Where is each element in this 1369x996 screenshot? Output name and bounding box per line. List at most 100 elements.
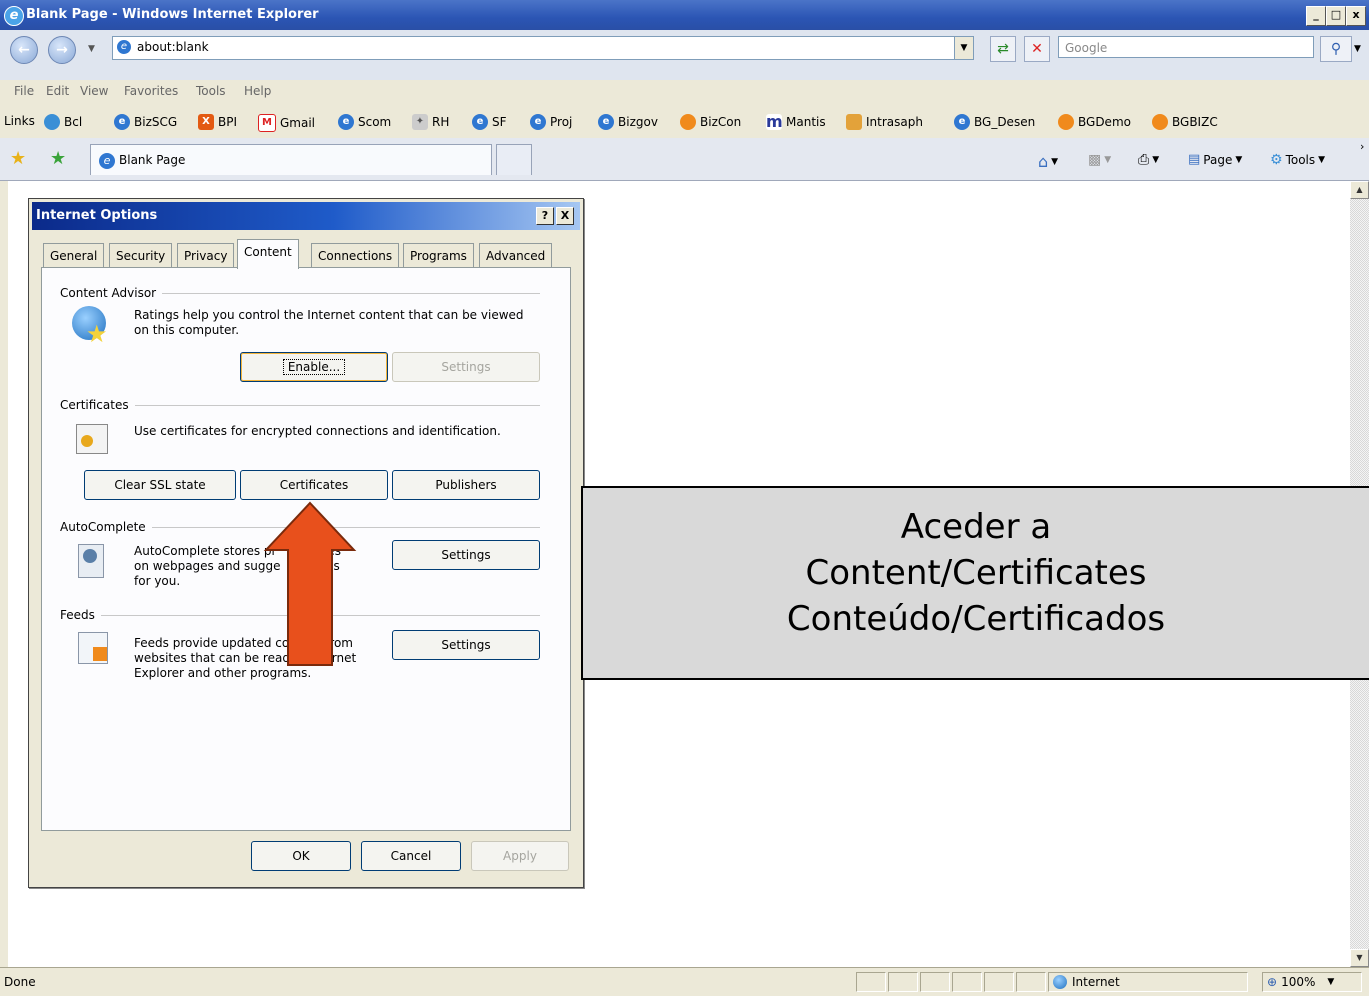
bgdemo-icon — [1058, 114, 1074, 130]
link-scom[interactable]: e Scom — [338, 114, 391, 130]
dialog-close-button[interactable]: X — [556, 207, 574, 225]
content-advisor-heading: Content Advisor — [60, 286, 157, 300]
certificates-button[interactable]: Certificates — [240, 470, 388, 500]
tab-content[interactable]: Content — [237, 239, 299, 269]
ie-page-icon: e — [954, 114, 970, 130]
ok-button[interactable]: OK — [251, 841, 351, 871]
print-icon[interactable]: ⎙ ▼ — [1138, 152, 1159, 168]
content-advisor-text: Ratings help you control the Internet co… — [134, 308, 524, 337]
address-input[interactable]: about:blank — [137, 40, 209, 54]
search-icon[interactable]: ⚲ — [1320, 36, 1352, 62]
scroll-up-icon[interactable]: ▲ — [1350, 181, 1369, 199]
content-advisor-section: Content Advisor — [60, 286, 540, 300]
link-mantis[interactable]: m Mantis — [766, 114, 826, 130]
instruction-callout: Aceder a Content/Certificates Conteúdo/C… — [581, 486, 1369, 680]
links-bar: Links Bcl e BizSCG X BPI M Gmail e Scom ✦ RH … — [0, 104, 1369, 139]
link-intrasaph[interactable]: Intrasaph — [846, 114, 923, 130]
minimize-button[interactable]: _ — [1306, 6, 1326, 26]
enable-button[interactable]: Enable... — [240, 352, 388, 382]
autocomplete-heading: AutoComplete — [60, 520, 146, 534]
link-bcl[interactable]: Bcl — [44, 114, 82, 130]
ie-logo-icon: e — [4, 6, 24, 26]
ie-page-icon: e — [114, 114, 130, 130]
link-sf[interactable]: e SF — [472, 114, 507, 130]
link-gmail[interactable]: M Gmail — [258, 114, 315, 132]
search-input[interactable]: Google — [1058, 36, 1314, 58]
status-segment — [952, 972, 982, 992]
address-bar[interactable]: e about:blank ▼ — [112, 36, 974, 60]
status-segment — [1016, 972, 1046, 992]
certificates-text: Use certificates for encrypted connectio… — [134, 424, 501, 438]
link-bg-desen[interactable]: e BG_Desen — [954, 114, 1035, 130]
apply-button[interactable]: Apply — [471, 841, 569, 871]
globe-icon — [44, 114, 60, 130]
home-icon[interactable]: ⌂ ▼ — [1038, 152, 1058, 171]
link-bizscg[interactable]: e BizSCG — [114, 114, 177, 130]
page-menu-button[interactable]: ▤ Page ▼ — [1188, 152, 1242, 167]
ie-page-icon: e — [530, 114, 546, 130]
menu-file[interactable]: File — [14, 84, 34, 98]
menu-help[interactable]: Help — [244, 84, 271, 98]
certificates-section: Certificates — [60, 398, 540, 412]
status-bar: Done Internet ⊕ 100% ▼ — [0, 967, 1369, 996]
ie-page-icon: e — [338, 114, 354, 130]
publishers-button[interactable]: Publishers — [392, 470, 540, 500]
rh-icon: ✦ — [412, 114, 428, 130]
feeds-settings-button[interactable]: Settings — [392, 630, 540, 660]
tab-security[interactable]: Security — [109, 243, 173, 267]
add-favorite-icon[interactable]: ★ — [50, 148, 66, 169]
clear-ssl-state-button[interactable]: Clear SSL state — [84, 470, 236, 500]
cancel-button[interactable]: Cancel — [361, 841, 461, 871]
status-text: Done — [4, 975, 36, 989]
feeds-heading: Feeds — [60, 608, 95, 622]
more-chevron-icon[interactable]: › — [1360, 140, 1364, 153]
mantis-icon: m — [766, 112, 783, 131]
zoom-control[interactable]: ⊕ 100% ▼ — [1262, 972, 1362, 992]
refresh-icon[interactable]: ⇄ — [990, 36, 1016, 62]
address-dropdown-icon[interactable]: ▼ — [954, 37, 973, 59]
bgbizc-icon — [1152, 114, 1168, 130]
link-bgbizc[interactable]: BGBIZC — [1152, 114, 1218, 130]
link-bgdemo[interactable]: BGDemo — [1058, 114, 1131, 130]
tab-connections[interactable]: Connections — [311, 243, 400, 267]
close-button[interactable]: x — [1346, 6, 1366, 26]
dialog-help-button[interactable]: ? — [536, 207, 554, 225]
maximize-button[interactable]: □ — [1326, 6, 1346, 26]
feeds-icon[interactable]: ▩ ▼ — [1088, 152, 1111, 168]
menu-edit[interactable]: Edit — [46, 84, 69, 98]
tab-blank-page[interactable]: e Blank Page — [90, 144, 492, 175]
search-options-icon[interactable]: ▼ — [1354, 44, 1361, 54]
menu-tools[interactable]: Tools — [196, 84, 226, 98]
stop-icon[interactable]: ✕ — [1024, 36, 1050, 62]
link-bizgov[interactable]: e Bizgov — [598, 114, 658, 130]
autocomplete-settings-button[interactable]: Settings — [392, 540, 540, 570]
forward-icon[interactable]: → — [48, 36, 76, 64]
history-dropdown-icon[interactable]: ▼ — [88, 44, 95, 54]
status-segment — [920, 972, 950, 992]
zoom-dropdown-icon[interactable]: ▼ — [1327, 977, 1334, 987]
link-bizcon[interactable]: BizCon — [680, 114, 741, 130]
callout-line-3: Conteúdo/Certificados — [786, 599, 1166, 639]
tab-privacy[interactable]: Privacy — [177, 243, 235, 267]
callout-line-1: Aceder a — [900, 507, 1052, 547]
internet-zone-icon — [1053, 975, 1067, 989]
link-rh[interactable]: ✦ RH — [412, 114, 449, 130]
new-tab-button[interactable] — [496, 144, 532, 175]
page-icon: e — [117, 40, 131, 54]
scroll-down-icon[interactable]: ▼ — [1350, 949, 1369, 967]
link-bpi[interactable]: X BPI — [198, 114, 237, 130]
link-proj[interactable]: e Proj — [530, 114, 572, 130]
security-zone[interactable]: Internet — [1048, 972, 1248, 992]
favorites-star-icon[interactable]: ★ — [10, 148, 26, 169]
tools-menu-button[interactable]: ⚙ Tools ▼ — [1270, 152, 1325, 168]
back-icon[interactable]: ← — [10, 36, 38, 64]
status-segment — [984, 972, 1014, 992]
content-advisor-settings-button[interactable]: Settings — [392, 352, 540, 382]
navigation-bar: ← → ▼ e about:blank ▼ ⇄ ✕ Google ⚲ ▼ — [0, 30, 1369, 80]
dialog-title-bar: Internet Options ? X — [32, 202, 580, 230]
tab-programs[interactable]: Programs — [403, 243, 474, 267]
tab-general[interactable]: General — [43, 243, 105, 267]
menu-favorites[interactable]: Favorites — [124, 84, 178, 98]
menu-view[interactable]: View — [80, 84, 108, 98]
tab-advanced[interactable]: Advanced — [479, 243, 553, 267]
